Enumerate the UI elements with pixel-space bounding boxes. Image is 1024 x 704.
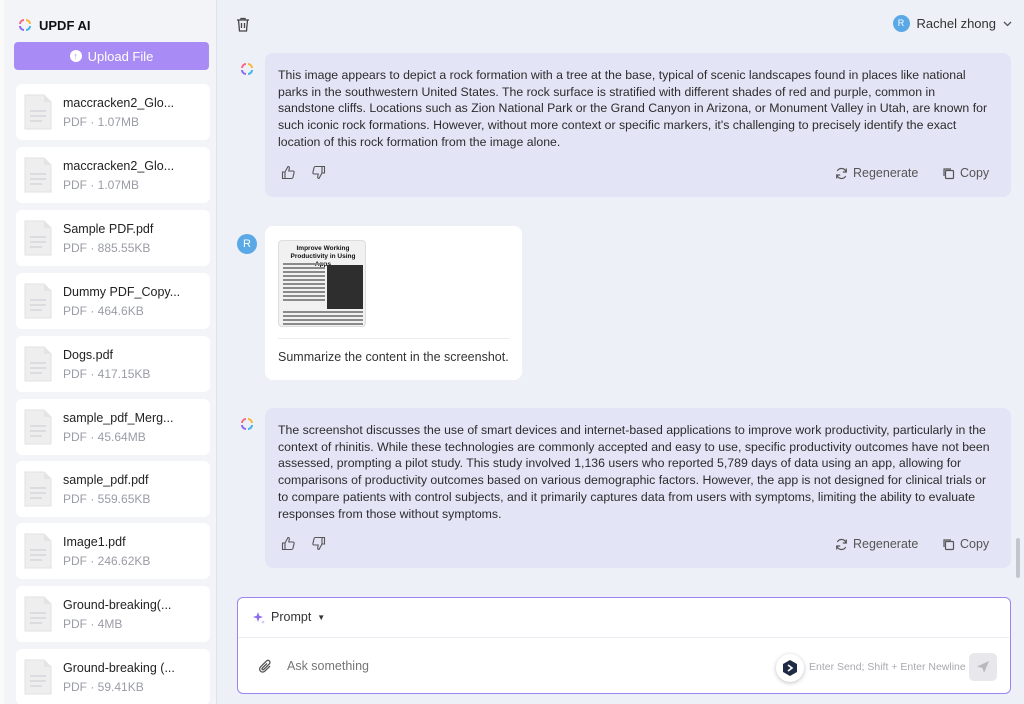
document-icon [24, 471, 52, 507]
assistant-toggle[interactable] [776, 654, 804, 682]
file-item[interactable]: Ground-breaking (... PDF · 59.41KB [16, 649, 210, 704]
file-item[interactable]: maccracken2_Glo... PDF · 1.07MB [16, 147, 210, 203]
ai-avatar-icon [241, 418, 253, 430]
document-icon [24, 533, 52, 569]
file-size: PDF · 4MB [63, 617, 123, 631]
ai-message-text: The screenshot discusses the use of smar… [278, 423, 990, 521]
document-icon [24, 409, 52, 445]
thumbs-down-icon[interactable] [311, 536, 326, 551]
copy-label: Copy [960, 166, 990, 180]
ai-message-text: This image appears to depict a rock form… [278, 68, 988, 149]
file-name: Ground-breaking (... [63, 661, 175, 675]
file-size: PDF · 246.62KB [63, 554, 151, 568]
user-message-text: Summarize the content in the screenshot. [278, 350, 509, 364]
file-size: PDF · 464.6KB [63, 304, 144, 318]
refresh-icon [836, 167, 847, 179]
prompt-label: Prompt [271, 610, 312, 624]
send-button[interactable] [969, 653, 997, 681]
thumbs-up-icon[interactable] [281, 536, 296, 551]
sidebar: UPDF AI ↑ Upload File maccracken2_Glo...… [4, 0, 217, 704]
thumbnail-photo [327, 265, 363, 309]
thumbnail-text-lines [283, 263, 325, 303]
brand: UPDF AI [18, 14, 91, 36]
file-name: Image1.pdf [63, 535, 126, 549]
file-size: PDF · 417.15KB [63, 367, 151, 381]
file-name: Dogs.pdf [63, 348, 114, 362]
file-item[interactable]: Sample PDF.pdf PDF · 885.55KB [16, 210, 210, 266]
document-icon [24, 283, 52, 319]
attachment-thumbnail[interactable]: Improve Working Productivity in Using Ap… [278, 240, 366, 327]
document-icon [24, 346, 52, 382]
divider [278, 338, 509, 339]
regenerate-button[interactable]: Regenerate [835, 166, 918, 180]
chat-input-box: Prompt ▼ Enter Send; Shift + Enter Newli… [237, 597, 1011, 694]
regenerate-button[interactable]: Regenerate [835, 537, 918, 551]
ai-message: This image appears to depict a rock form… [265, 53, 1011, 197]
keyboard-hint: Enter Send; Shift + Enter Newline [809, 661, 966, 673]
ai-avatar-icon [241, 63, 253, 75]
file-name: Ground-breaking(... [63, 598, 172, 612]
file-size: PDF · 45.64MB [63, 430, 146, 444]
file-name: sample_pdf_Merg... [63, 411, 174, 425]
prompt-toolbar: Prompt ▼ [238, 598, 1009, 638]
document-icon [24, 596, 52, 632]
file-item[interactable]: sample_pdf.pdf PDF · 559.65KB [16, 461, 210, 517]
file-size: PDF · 59.41KB [63, 680, 144, 694]
hexagon-logo-icon [783, 660, 797, 676]
user-menu[interactable]: R Rachel zhong [892, 15, 1013, 32]
document-icon [24, 220, 52, 256]
refresh-icon [836, 538, 847, 550]
caret-down-icon: ▼ [317, 612, 326, 622]
document-icon [24, 94, 52, 130]
upload-file-label: Upload File [87, 48, 154, 64]
file-item[interactable]: Dummy PDF_Copy... PDF · 464.6KB [16, 273, 210, 329]
ask-input[interactable] [287, 659, 707, 673]
regenerate-label: Regenerate [853, 537, 919, 551]
file-item[interactable]: Dogs.pdf PDF · 417.15KB [16, 336, 210, 392]
file-size: PDF · 1.07MB [63, 178, 140, 192]
user-avatar: R [892, 15, 910, 32]
copy-icon [943, 167, 955, 179]
chat-scrollbar[interactable] [1016, 538, 1020, 578]
file-item[interactable]: maccracken2_Glo... PDF · 1.07MB [16, 84, 210, 140]
top-bar: R Rachel zhong [218, 0, 1024, 48]
file-item[interactable]: Ground-breaking(... PDF · 4MB [16, 586, 210, 642]
file-size: PDF · 559.65KB [63, 492, 151, 506]
copy-button[interactable]: Copy [942, 537, 989, 551]
message-actions: Regenerate Copy [265, 165, 1011, 185]
thumbs-down-icon[interactable] [311, 165, 326, 180]
trash-icon[interactable] [236, 17, 250, 32]
file-size: PDF · 1.07MB [63, 115, 140, 129]
thumbnail-text-lines [283, 311, 363, 326]
file-name: maccracken2_Glo... [63, 96, 175, 110]
send-icon [977, 661, 989, 673]
user-name: Rachel zhong [916, 16, 997, 31]
paperclip-icon[interactable] [258, 658, 273, 675]
sparkle-icon [253, 611, 265, 624]
file-name: Dummy PDF_Copy... [63, 285, 181, 299]
chevron-down-icon [1003, 21, 1012, 26]
regenerate-label: Regenerate [853, 166, 919, 180]
user-message-avatar: R [237, 234, 257, 254]
file-name: Sample PDF.pdf [63, 222, 154, 236]
thumbs-up-icon[interactable] [281, 165, 296, 180]
document-icon [24, 157, 52, 193]
ai-message: The screenshot discusses the use of smar… [265, 408, 1011, 568]
file-size: PDF · 885.55KB [63, 241, 151, 255]
updf-logo-icon [19, 19, 31, 31]
file-name: sample_pdf.pdf [63, 473, 149, 487]
copy-icon [943, 538, 955, 550]
prompt-dropdown[interactable]: Prompt ▼ [252, 610, 325, 624]
file-item[interactable]: Image1.pdf PDF · 246.62KB [16, 523, 210, 579]
file-item[interactable]: sample_pdf_Merg... PDF · 45.64MB [16, 399, 210, 455]
file-name: maccracken2_Glo... [63, 159, 175, 173]
app-title: UPDF AI [39, 17, 91, 33]
document-icon [24, 659, 52, 695]
upload-file-button[interactable]: ↑ Upload File [14, 42, 209, 70]
upload-icon: ↑ [69, 50, 82, 62]
copy-button[interactable]: Copy [942, 166, 989, 180]
user-message: Improve Working Productivity in Using Ap… [265, 226, 522, 380]
message-actions: Regenerate Copy [265, 536, 1011, 556]
copy-label: Copy [960, 537, 990, 551]
